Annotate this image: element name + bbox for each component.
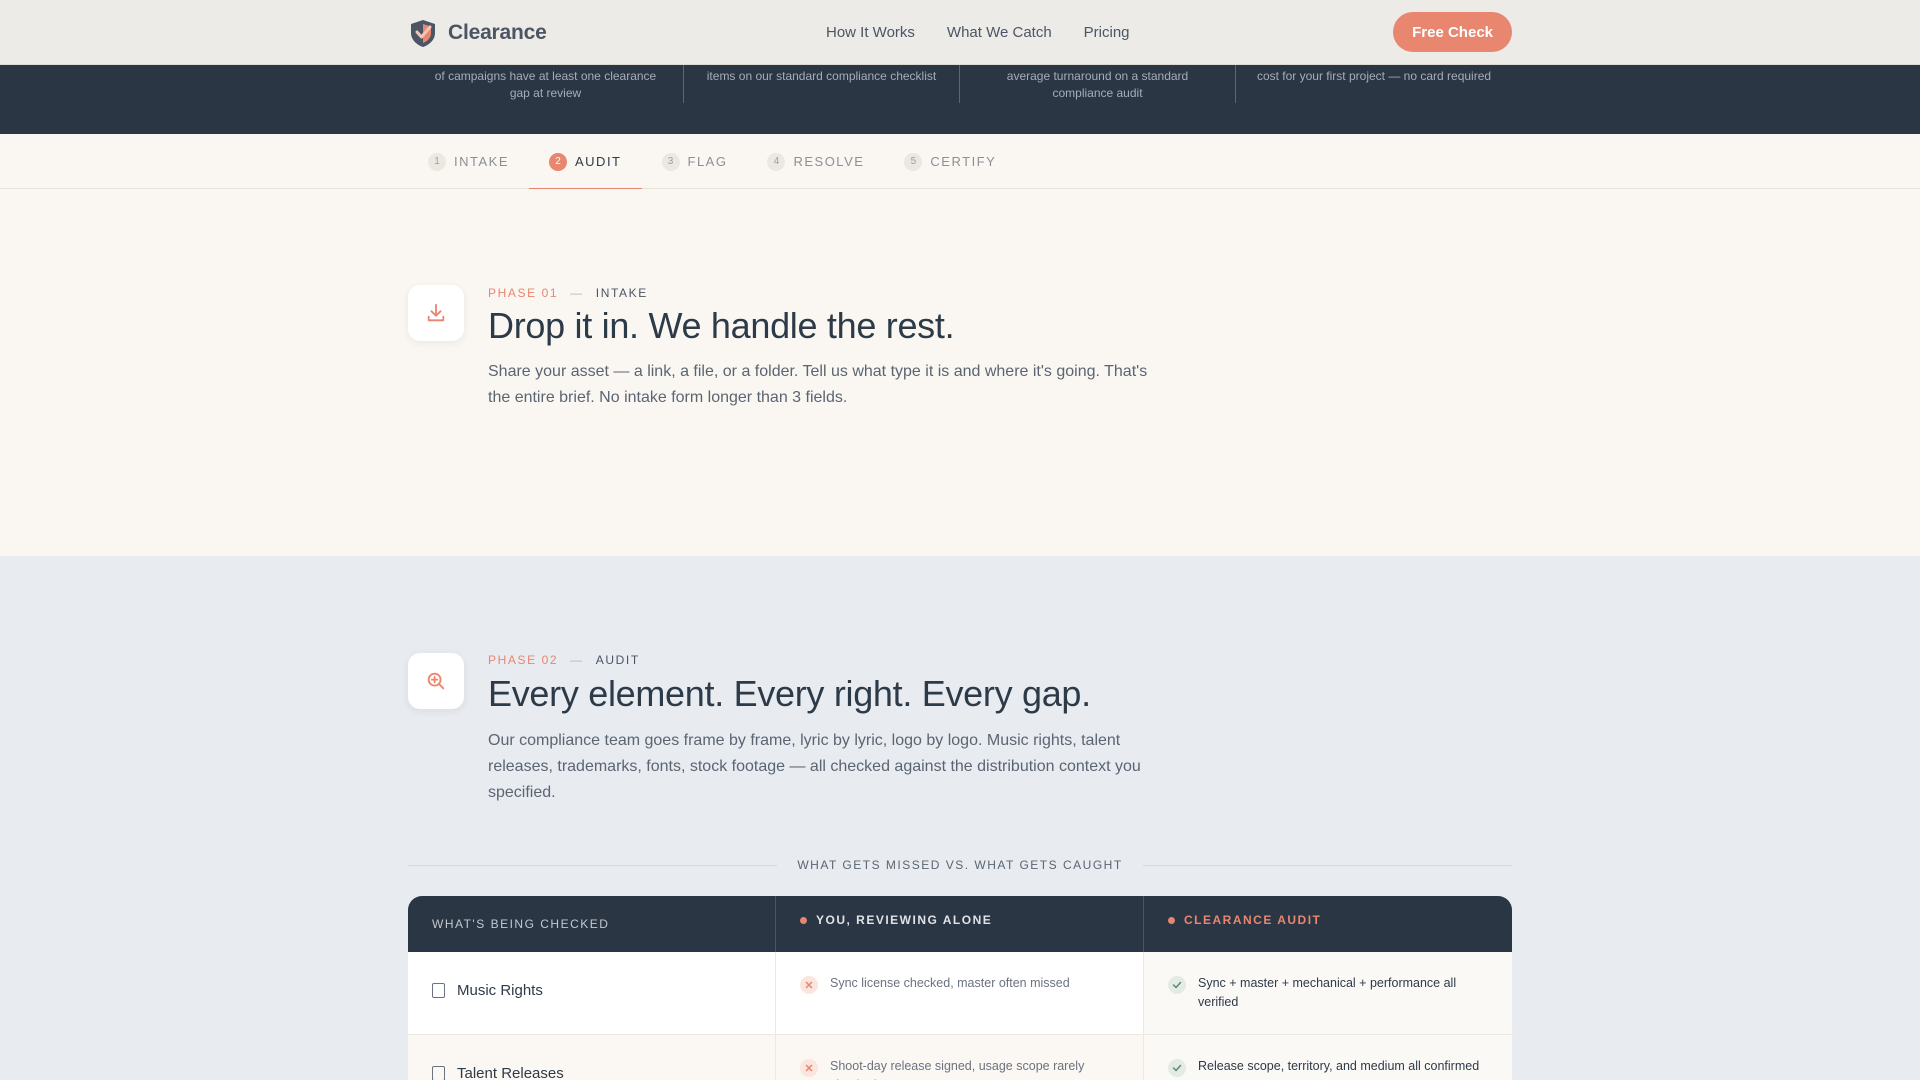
compare-label: WHAT GETS MISSED VS. WHAT GETS CAUGHT [797, 858, 1123, 872]
tab-number: 5 [904, 152, 923, 171]
nav-links: How It Works What We Catch Pricing [826, 24, 1130, 41]
row-you-text: Sync license checked, master often misse… [830, 976, 1070, 990]
tab-number: 4 [767, 152, 786, 171]
phase-audit-section: PHASE 02 — AUDIT Every element. Every ri… [0, 556, 1920, 1080]
nav-inner: Clearance How It Works What We Catch Pri… [408, 0, 1512, 65]
stat-checklist-items: items on our standard compliance checkli… [684, 65, 960, 103]
row-you-text: Shoot-day release signed, usage scope ra… [830, 1059, 1085, 1080]
check-mark-icon [1168, 1059, 1186, 1077]
tab-label: FLAG [687, 154, 728, 169]
intake-icon-box [408, 285, 464, 341]
row-clearance-cell: Release scope, territory, and medium all… [1144, 1035, 1512, 1080]
nav-link-how-it-works[interactable]: How It Works [826, 24, 915, 41]
audit-icon-box [408, 653, 464, 709]
stats-row: of campaigns have at least one clearance… [408, 65, 1512, 103]
phase-dash: — [570, 653, 584, 667]
tabs-row: 1 INTAKE 2 AUDIT 3 FLAG 4 RESOLVE 5 CERT… [408, 134, 1016, 190]
phase-tabs: 1 INTAKE 2 AUDIT 3 FLAG 4 RESOLVE 5 CERT… [0, 134, 1920, 190]
phase-headline: Every element. Every right. Every gap. [488, 673, 1091, 714]
divider-line [408, 864, 778, 866]
phase-number: PHASE 02 [488, 653, 559, 667]
tab-number: 1 [428, 152, 446, 171]
row-clearance-cell: Sync + master + mechanical + performance… [1144, 952, 1512, 1034]
row-item: Talent Releases [408, 1035, 776, 1080]
phase-description: Share your asset — a link, a file, or a … [488, 363, 1148, 406]
stat-campaign-gaps: of campaigns have at least one clearance… [408, 65, 684, 103]
phase-headline: Drop it in. We handle the rest. [488, 305, 955, 346]
tab-label: AUDIT [575, 154, 622, 169]
download-icon [427, 303, 445, 322]
shield-check-icon [411, 19, 435, 47]
tab-intake[interactable]: 1 INTAKE [408, 134, 529, 189]
checkbox-icon [432, 983, 445, 998]
checkbox-icon [432, 1066, 445, 1080]
nav-link-what-we-catch[interactable]: What We Catch [947, 24, 1052, 41]
row-item-label: Music Rights [457, 982, 543, 999]
check-mark-icon [1168, 976, 1186, 994]
brand-logo[interactable]: Clearance [408, 18, 547, 48]
header-label: CLEARANCE AUDIT [1184, 913, 1322, 927]
stats-band: of campaigns have at least one clearance… [0, 65, 1920, 134]
tab-audit[interactable]: 2 AUDIT [529, 134, 642, 190]
phase-description: Our compliance team goes frame by frame,… [488, 732, 1141, 801]
status-dot [800, 916, 807, 924]
row-item-label: Talent Releases [457, 1065, 564, 1080]
header-what-checked: WHAT'S BEING CHECKED [408, 896, 776, 952]
tab-flag[interactable]: 3 FLAG [642, 134, 748, 189]
tab-label: RESOLVE [793, 154, 865, 169]
tab-number: 3 [661, 152, 680, 171]
compare-divider: WHAT GETS MISSED VS. WHAT GETS CAUGHT [408, 855, 1512, 875]
table-row: Music Rights ✕ Sync license checked, mas… [408, 952, 1512, 1035]
header-you-reviewing: YOU, REVIEWING ALONE [776, 896, 1144, 952]
row-item: Music Rights [408, 952, 776, 1034]
row-clearance-text: Sync + master + mechanical + performance… [1198, 976, 1457, 1009]
x-mark-icon: ✕ [800, 976, 818, 994]
comparison-table: WHAT'S BEING CHECKED YOU, REVIEWING ALON… [408, 896, 1512, 1080]
row-you-cell: ✕ Sync license checked, master often mis… [776, 952, 1144, 1034]
header-label: YOU, REVIEWING ALONE [816, 913, 993, 927]
row-clearance-text: Release scope, territory, and medium all… [1198, 1059, 1480, 1073]
phase-number: PHASE 01 [488, 286, 559, 300]
stat-turnaround: average turnaround on a standard complia… [960, 65, 1236, 103]
tab-certify[interactable]: 5 CERTIFY [884, 134, 1016, 189]
tab-resolve[interactable]: 4 RESOLVE [747, 134, 884, 189]
status-dot [1168, 916, 1175, 924]
table-row: Talent Releases ✕ Shoot-day release sign… [408, 1035, 1512, 1080]
row-you-cell: ✕ Shoot-day release signed, usage scope … [776, 1035, 1144, 1080]
divider-line [1142, 864, 1512, 866]
phase-name: AUDIT [595, 653, 640, 667]
tab-label: INTAKE [454, 154, 509, 169]
phase-label: PHASE 01 — INTAKE [488, 286, 648, 300]
zoom-in-icon [427, 672, 445, 690]
phase-dash: — [570, 286, 584, 300]
top-nav: Clearance How It Works What We Catch Pri… [0, 0, 1920, 65]
phase-intake-section: PHASE 01 — INTAKE Drop it in. We handle … [0, 189, 1920, 556]
tab-label: CERTIFY [930, 154, 997, 169]
phase-name: INTAKE [595, 286, 648, 300]
tab-number: 2 [549, 152, 567, 171]
phase-label: PHASE 02 — AUDIT [488, 653, 640, 667]
header-clearance-audit: CLEARANCE AUDIT [1144, 896, 1512, 952]
brand-name: Clearance [448, 20, 547, 44]
stat-first-project-cost: cost for your first project — no card re… [1256, 69, 1492, 83]
free-check-button[interactable]: Free Check [1393, 12, 1512, 52]
table-header: WHAT'S BEING CHECKED YOU, REVIEWING ALON… [408, 896, 1512, 952]
x-mark-icon: ✕ [800, 1059, 818, 1077]
nav-link-pricing[interactable]: Pricing [1084, 24, 1130, 41]
